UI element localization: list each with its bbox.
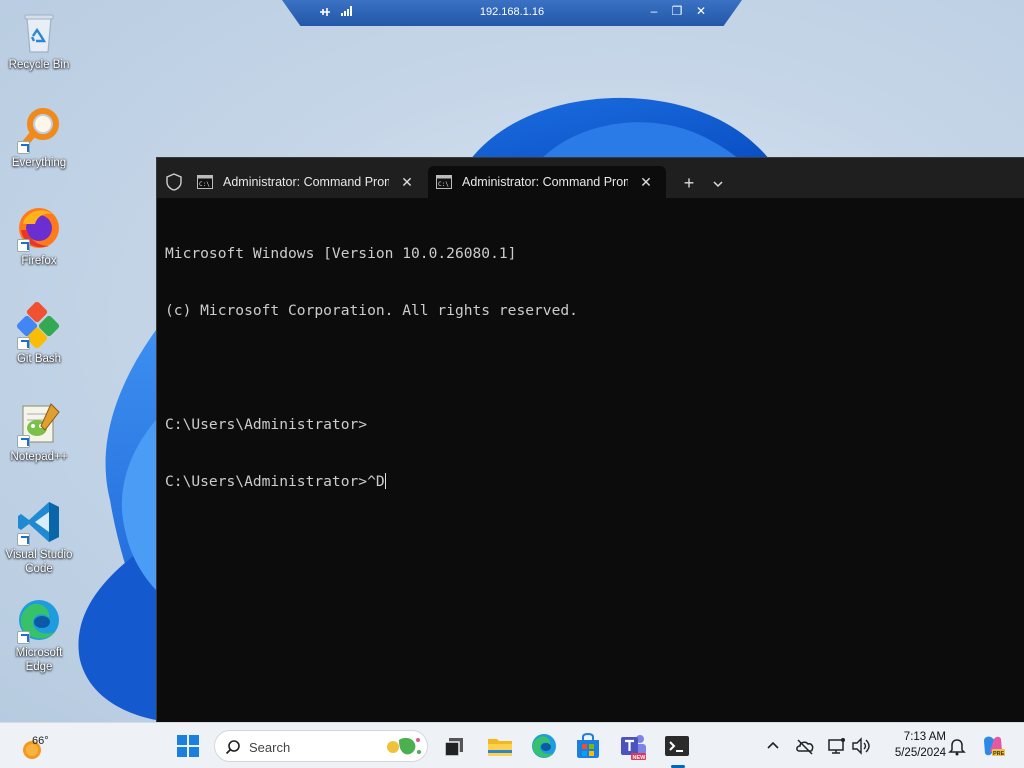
svg-text:C:\: C:\ bbox=[199, 181, 210, 188]
command-prompt-icon: C:\ bbox=[436, 175, 452, 189]
console-line: C:\Users\Administrator>^D bbox=[165, 473, 385, 490]
desktop-icon-vscode[interactable]: Visual Studio Code bbox=[1, 498, 77, 576]
command-prompt-icon: C:\ bbox=[197, 175, 213, 189]
teams-button[interactable]: NEW bbox=[617, 730, 649, 762]
minimize-remote-button[interactable]: – bbox=[646, 3, 662, 19]
svg-text:NEW: NEW bbox=[633, 755, 647, 761]
desktop-icon-label: Recycle Bin bbox=[8, 59, 70, 71]
clock-date: 5/25/2024 bbox=[894, 747, 946, 759]
chevron-up-icon[interactable] bbox=[762, 735, 784, 757]
administrator-shield-icon bbox=[166, 173, 182, 191]
desktop-icon-label: Firefox bbox=[21, 255, 57, 267]
start-icon bbox=[177, 735, 199, 757]
system-clock[interactable]: 7:13 AM 5/25/2024 bbox=[880, 729, 946, 761]
desktop-icon-label: Everything bbox=[11, 157, 67, 169]
console-line: (c) Microsoft Corporation. All rights re… bbox=[165, 302, 578, 319]
shortcut-arrow-icon bbox=[17, 239, 30, 252]
remote-desktop-connection-bar: 192.168.1.16 – ❐ ✕ bbox=[282, 0, 742, 26]
tab-title: Administrator: Command Prompt bbox=[462, 175, 628, 189]
desktop-icon-git-bash[interactable]: Git Bash bbox=[1, 301, 77, 366]
desktop-icon-label: Git Bash bbox=[16, 353, 62, 365]
text-cursor bbox=[384, 473, 386, 489]
shortcut-arrow-icon bbox=[17, 631, 30, 644]
tab-command-prompt-2[interactable]: C:\ Administrator: Command Prompt ✕ bbox=[428, 166, 666, 198]
search-icon bbox=[225, 740, 240, 755]
taskbar-search-box[interactable] bbox=[214, 730, 428, 762]
chevron-down-icon[interactable] bbox=[708, 172, 728, 196]
tab-command-prompt-1[interactable]: C:\ Administrator: Command Prompt ✕ bbox=[189, 166, 427, 198]
weather-widget[interactable]: 66° bbox=[20, 731, 60, 761]
network-icon[interactable] bbox=[826, 735, 848, 757]
console-line: Microsoft Windows [Version 10.0.26080.1] bbox=[165, 245, 517, 262]
shortcut-arrow-icon bbox=[17, 141, 30, 154]
desktop-icon-label: Visual Studio Code bbox=[5, 549, 73, 575]
new-tab-button[interactable]: + bbox=[677, 172, 701, 196]
desktop-icon-firefox[interactable]: Firefox bbox=[1, 204, 77, 268]
desktop-icon-recycle-bin[interactable]: Recycle Bin bbox=[1, 8, 77, 72]
restore-remote-button[interactable]: ❐ bbox=[669, 3, 685, 19]
copilot-icon[interactable]: PRE bbox=[980, 733, 1006, 759]
windows-terminal-window[interactable]: C:\ Administrator: Command Prompt ✕ C:\ … bbox=[156, 157, 1024, 722]
microsoft-store-icon bbox=[577, 732, 599, 758]
search-highlight-icon bbox=[387, 737, 421, 755]
shortcut-arrow-icon bbox=[17, 533, 30, 546]
recycle-bin-icon bbox=[24, 14, 54, 53]
tab-title: Administrator: Command Prompt bbox=[223, 175, 389, 189]
taskbar: 66° Search NEW 7:13 AM 5/25/2024 PRE bbox=[0, 722, 1024, 768]
desktop-icon-everything[interactable]: Everything bbox=[1, 106, 77, 170]
task-view-icon bbox=[444, 738, 463, 757]
microsoft-store-button[interactable] bbox=[572, 730, 604, 762]
terminal-tab-bar: C:\ Administrator: Command Prompt ✕ C:\ … bbox=[157, 158, 1024, 198]
weather-temperature: 66° bbox=[32, 735, 49, 747]
desktop-icon-edge[interactable]: Microsoft Edge bbox=[1, 596, 77, 674]
desktop-icon-label: Microsoft Edge bbox=[15, 647, 63, 673]
task-view-button[interactable] bbox=[438, 730, 470, 762]
console-prompt-line: C:\Users\Administrator>^D bbox=[165, 472, 1024, 491]
console-line: C:\Users\Administrator> bbox=[165, 416, 368, 433]
teams-icon: NEW bbox=[621, 735, 647, 761]
desktop-icon-label: Notepad++ bbox=[10, 451, 68, 463]
start-button[interactable] bbox=[172, 730, 204, 762]
edge-icon bbox=[532, 734, 556, 758]
terminal-taskbar-button[interactable] bbox=[661, 730, 693, 762]
svg-text:PRE: PRE bbox=[993, 751, 1005, 757]
close-tab-icon[interactable]: ✕ bbox=[397, 172, 417, 192]
close-tab-icon[interactable]: ✕ bbox=[636, 172, 656, 192]
terminal-icon bbox=[665, 736, 689, 756]
svg-text:C:\: C:\ bbox=[438, 181, 449, 188]
desktop-icon-notepad-plus-plus[interactable]: Notepad++ bbox=[1, 400, 77, 464]
console-output[interactable]: Microsoft Windows [Version 10.0.26080.1]… bbox=[157, 198, 1024, 723]
clock-time: 7:13 AM bbox=[903, 731, 946, 743]
notification-bell-icon[interactable] bbox=[946, 735, 968, 757]
shortcut-arrow-icon bbox=[17, 435, 30, 448]
volume-icon[interactable] bbox=[850, 735, 872, 757]
onedrive-offline-icon[interactable] bbox=[794, 735, 816, 757]
search-input[interactable] bbox=[249, 737, 369, 757]
close-remote-button[interactable]: ✕ bbox=[693, 3, 709, 19]
file-explorer-icon bbox=[488, 739, 512, 756]
edge-taskbar-button[interactable] bbox=[528, 730, 560, 762]
shortcut-arrow-icon bbox=[17, 337, 30, 350]
file-explorer-button[interactable] bbox=[484, 730, 516, 762]
